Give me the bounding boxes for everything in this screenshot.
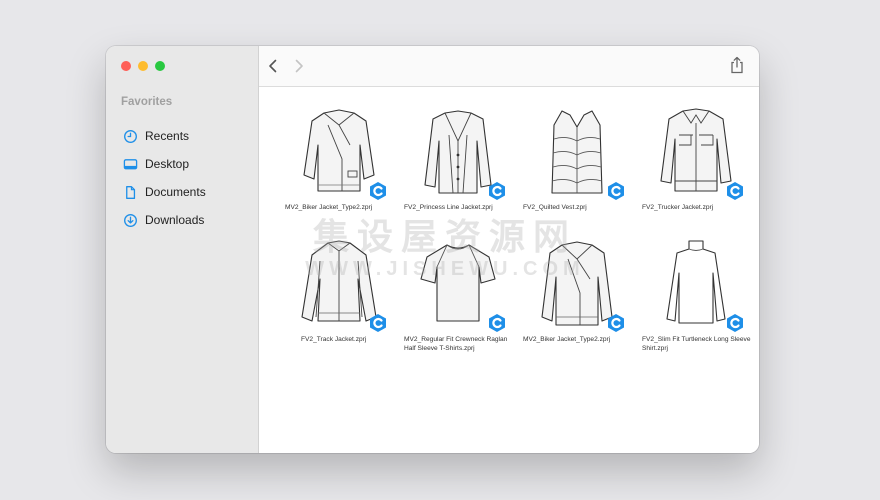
clo-file-badge-icon xyxy=(608,314,624,332)
file-item[interactable]: MV2_Regular Fit Crewneck Raglan Half Sle… xyxy=(398,237,518,353)
sidebar-item-label: Desktop xyxy=(145,157,190,171)
back-arrow-icon[interactable] xyxy=(265,58,281,74)
forward-arrow-icon[interactable] xyxy=(291,58,307,74)
clo-file-badge-icon xyxy=(727,314,743,332)
sidebar: Favorites Recents Desktop Documents Down… xyxy=(106,46,259,453)
file-item[interactable]: MV2_Biker Jacket_Type2.zprj xyxy=(517,237,637,344)
share-icon[interactable] xyxy=(729,56,745,74)
sidebar-item-label: Recents xyxy=(145,129,190,143)
sidebar-list: Recents Desktop Documents Downloads xyxy=(123,122,206,234)
window-controls xyxy=(121,61,165,71)
close-button[interactable] xyxy=(121,61,131,71)
sidebar-item-recents[interactable]: Recents xyxy=(123,122,206,150)
sidebar-item-desktop[interactable]: Desktop xyxy=(123,150,206,178)
download-icon xyxy=(124,213,137,227)
sidebar-item-label: Downloads xyxy=(145,213,205,227)
file-name: FV2_Track Jacket.zprj xyxy=(301,336,367,343)
clock-icon xyxy=(124,129,137,143)
file-item[interactable]: FV2_Quilted Vest.zprj xyxy=(517,105,637,212)
clo-file-badge-icon xyxy=(370,314,386,332)
file-name: FV2_Quilted Vest.zprj xyxy=(523,204,587,211)
sidebar-item-downloads[interactable]: Downloads xyxy=(123,206,206,234)
file-item[interactable]: FV2_Track Jacket.zprj xyxy=(279,237,399,344)
file-name: FV2_Slim Fit Turtleneck Long Sleeve Shir… xyxy=(642,336,751,352)
clo-file-badge-icon xyxy=(489,314,505,332)
file-name: FV2_Trucker Jacket.zprj xyxy=(642,204,714,211)
sidebar-item-documents[interactable]: Documents xyxy=(123,178,206,206)
document-icon xyxy=(126,185,136,199)
file-item[interactable]: FV2_Slim Fit Turtleneck Long Sleeve Shir… xyxy=(636,237,756,353)
clo-file-badge-icon xyxy=(370,182,386,200)
toolbar xyxy=(259,46,759,87)
file-item[interactable]: FV2_Princess Line Jacket.zprj xyxy=(398,105,518,212)
desktop-icon xyxy=(123,158,138,169)
clo-file-badge-icon xyxy=(608,182,624,200)
clo-file-badge-icon xyxy=(727,182,743,200)
file-name: FV2_Princess Line Jacket.zprj xyxy=(404,204,493,211)
file-item[interactable]: MV2_Biker Jacket_Type2.zprj xyxy=(279,105,399,212)
favorites-heading: Favorites xyxy=(121,96,173,108)
file-name: MV2_Biker Jacket_Type2.zprj xyxy=(523,336,611,343)
sidebar-item-label: Documents xyxy=(145,185,206,199)
clo-file-badge-icon xyxy=(489,182,505,200)
file-name: MV2_Regular Fit Crewneck Raglan Half Sle… xyxy=(404,336,508,352)
finder-window: Favorites Recents Desktop Documents Down… xyxy=(106,46,759,453)
file-grid: MV2_Biker Jacket_Type2.zprj FV2_Princess… xyxy=(259,87,759,453)
file-name: MV2_Biker Jacket_Type2.zprj xyxy=(285,204,373,211)
file-item[interactable]: FV2_Trucker Jacket.zprj xyxy=(636,105,756,212)
zoom-button[interactable] xyxy=(155,61,165,71)
minimize-button[interactable] xyxy=(138,61,148,71)
